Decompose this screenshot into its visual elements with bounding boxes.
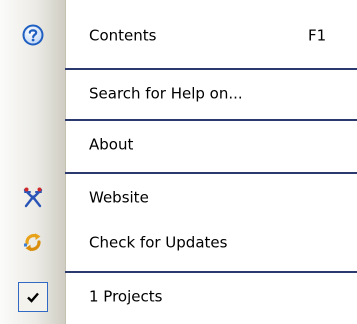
help-circle-icon [22, 24, 44, 46]
menu-item-label: About [89, 135, 134, 154]
menu-separator [65, 271, 357, 273]
check-frame [18, 282, 48, 312]
menu-item-check-updates[interactable]: Check for Updates [0, 222, 357, 264]
menu-item-website[interactable]: Website [0, 178, 357, 218]
help-menu: Contents F1 Search for Help on... About … [0, 0, 357, 324]
menu-item-search-help[interactable]: Search for Help on... [0, 70, 357, 118]
menu-item-label: Check for Updates [89, 233, 228, 252]
menu-item-about[interactable]: About [0, 121, 357, 169]
menu-item-contents[interactable]: Contents F1 [0, 15, 357, 56]
menu-item-label: 1 Projects [89, 287, 163, 306]
check-updates-icon [22, 231, 44, 253]
menu-item-projects[interactable]: 1 Projects [0, 274, 357, 320]
menu-separator [65, 172, 357, 174]
website-icon [22, 186, 44, 208]
shortcut-label: F1 [308, 25, 327, 44]
menu-item-label: Website [89, 188, 149, 207]
checkmark-icon [27, 292, 39, 303]
menu-item-label: Contents [89, 25, 157, 44]
menu-item-label: Search for Help on... [89, 84, 243, 103]
